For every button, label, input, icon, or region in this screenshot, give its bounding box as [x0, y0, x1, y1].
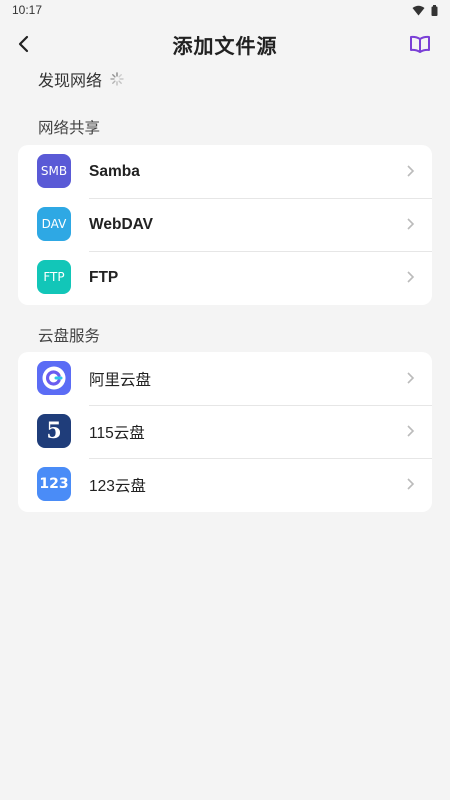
- chevron-right-icon: [407, 218, 415, 230]
- discover-label: 发现网络: [38, 73, 103, 90]
- 115-drive-icon: 5: [37, 414, 71, 448]
- list-item-aliyun[interactable]: 阿里云盘: [18, 352, 432, 405]
- 123-drive-icon: 123: [37, 467, 71, 501]
- list-item-115[interactable]: 5 115云盘: [18, 405, 432, 458]
- app-bar: 添加文件源: [0, 22, 450, 66]
- aliyun-logo-icon: [42, 366, 66, 390]
- status-icons: [412, 4, 438, 16]
- list-item-123[interactable]: 123 123云盘: [18, 458, 432, 511]
- cloud-service-card: 阿里云盘 5 115云盘 123 123云盘: [18, 352, 432, 512]
- chevron-right-icon: [407, 165, 415, 177]
- webdav-icon: DAV: [37, 207, 71, 241]
- list-item-label: WebDAV: [89, 215, 154, 233]
- list-item-samba[interactable]: SMB Samba: [18, 145, 432, 198]
- discover-network: 发现网络: [38, 68, 124, 90]
- list-item-label: 阿里云盘: [89, 371, 152, 389]
- page-title: 添加文件源: [172, 35, 278, 58]
- list-item-label: Samba: [89, 162, 140, 180]
- chevron-right-icon: [407, 372, 415, 384]
- chevron-right-icon: [407, 478, 415, 490]
- back-arrow-icon: [18, 35, 29, 53]
- status-bar: 10:17: [0, 0, 450, 20]
- samba-icon: SMB: [37, 154, 71, 188]
- network-share-header: 网络共享: [38, 120, 101, 137]
- wifi-icon: [412, 5, 425, 15]
- book-icon: [410, 35, 430, 53]
- loading-spinner-icon: [110, 72, 124, 86]
- ftp-icon: FTP: [37, 260, 71, 294]
- list-item-label: 123云盘: [89, 477, 146, 495]
- help-book-button[interactable]: [406, 30, 434, 58]
- chevron-right-icon: [407, 425, 415, 437]
- aliyun-drive-icon: [37, 361, 71, 395]
- list-item-webdav[interactable]: DAV WebDAV: [18, 198, 432, 251]
- chevron-right-icon: [407, 271, 415, 283]
- battery-icon: [431, 4, 438, 16]
- list-item-label: 115云盘: [89, 424, 145, 442]
- status-time: 10:17: [12, 3, 43, 17]
- cloud-service-header: 云盘服务: [38, 328, 101, 345]
- list-item-ftp[interactable]: FTP FTP: [18, 251, 432, 304]
- back-button[interactable]: [8, 28, 40, 60]
- network-share-card: SMB Samba DAV WebDAV FTP FTP: [18, 145, 432, 305]
- list-item-label: FTP: [89, 268, 119, 286]
